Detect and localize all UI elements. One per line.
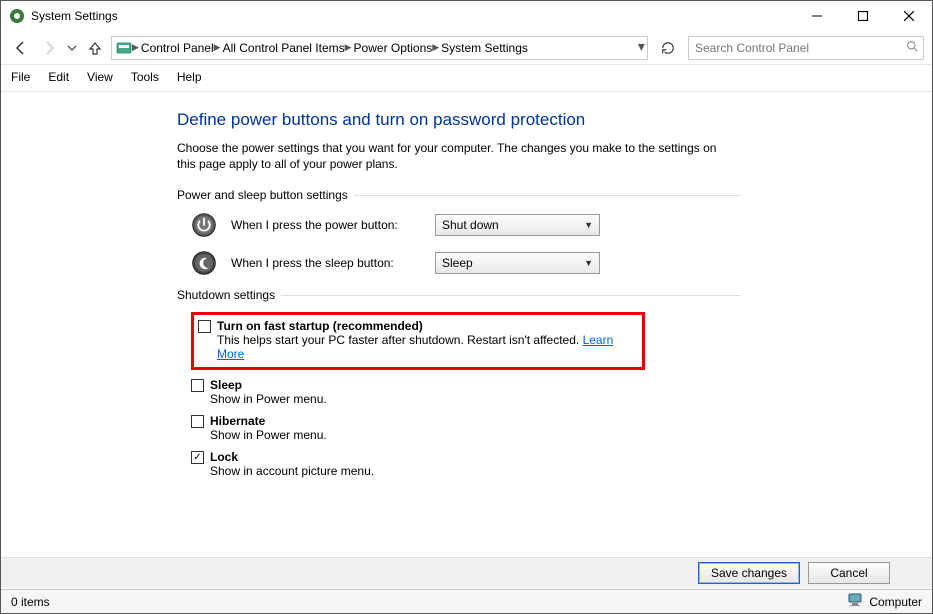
sleep-opt-label: Sleep [210,378,242,392]
breadcrumb-level2[interactable]: Power Options [354,41,433,55]
up-button[interactable] [83,36,107,60]
search-placeholder: Search Control Panel [695,41,809,55]
page-title: Define power buttons and turn on passwor… [177,110,741,130]
sleep-button-label: When I press the sleep button: [231,256,421,270]
hibernate-opt-label: Hibernate [210,414,265,428]
minimize-button[interactable] [794,1,840,31]
search-icon [906,40,919,56]
section-power-buttons: Power and sleep button settings [177,188,741,202]
chevron-right-icon[interactable]: ▶ [132,42,139,53]
back-button[interactable] [9,36,33,60]
sleep-button-dropdown[interactable]: Sleep ▼ [435,252,600,274]
chevron-right-icon[interactable]: ▶ [432,42,439,53]
sleep-button-icon [191,250,217,276]
power-button-label: When I press the power button: [231,218,421,232]
search-input[interactable]: Search Control Panel [688,36,924,60]
lock-opt-desc: Show in account picture menu. [210,464,741,478]
chevron-down-icon[interactable]: ▶ [636,44,647,51]
fast-startup-desc: This helps start your PC faster after sh… [217,333,634,361]
save-changes-button[interactable]: Save changes [698,562,800,584]
menu-tools[interactable]: Tools [131,70,159,84]
chevron-right-icon[interactable]: ▶ [345,42,352,53]
highlight-fast-startup: Turn on fast startup (recommended) This … [191,312,645,370]
page-description: Choose the power settings that you want … [177,140,737,172]
app-icon [9,8,25,24]
menu-file[interactable]: File [11,70,30,84]
status-location: Computer [869,595,922,609]
power-button-icon [191,212,217,238]
refresh-button[interactable] [656,36,680,60]
forward-button[interactable] [37,36,61,60]
sleep-opt-desc: Show in Power menu. [210,392,741,406]
breadcrumb-level3[interactable]: System Settings [441,41,528,55]
sleep-checkbox[interactable] [191,379,204,392]
lock-checkbox[interactable]: ✓ [191,451,204,464]
cancel-label: Cancel [830,566,867,580]
section-shutdown-settings: Shutdown settings [177,288,741,302]
menu-help[interactable]: Help [177,70,202,84]
chevron-down-icon: ▼ [584,220,593,230]
fast-startup-checkbox[interactable] [198,320,211,333]
computer-icon [847,593,863,610]
chevron-right-icon[interactable]: ▶ [214,42,221,53]
breadcrumb-level1[interactable]: All Control Panel Items [223,41,345,55]
chevron-down-icon: ▼ [584,258,593,268]
menu-edit[interactable]: Edit [48,70,69,84]
lock-opt-label: Lock [210,450,238,464]
hibernate-opt-desc: Show in Power menu. [210,428,741,442]
menu-view[interactable]: View [87,70,113,84]
save-label: Save changes [711,566,787,580]
control-panel-icon [116,40,132,56]
close-button[interactable] [886,1,932,31]
fast-startup-desc-text: This helps start your PC faster after sh… [217,333,583,347]
window-title: System Settings [31,9,794,23]
sleep-button-value: Sleep [442,256,473,270]
fast-startup-label: Turn on fast startup (recommended) [217,319,423,333]
breadcrumb-root[interactable]: Control Panel [141,41,214,55]
maximize-button[interactable] [840,1,886,31]
cancel-button[interactable]: Cancel [808,562,890,584]
power-button-dropdown[interactable]: Shut down ▼ [435,214,600,236]
section-label-text: Shutdown settings [177,288,275,302]
hibernate-checkbox[interactable] [191,415,204,428]
recent-dropdown-button[interactable] [65,36,79,60]
breadcrumb[interactable]: ▶ Control Panel ▶ All Control Panel Item… [111,36,648,60]
section-label-text: Power and sleep button settings [177,188,348,202]
status-items: 0 items [11,595,50,609]
power-button-value: Shut down [442,218,499,232]
